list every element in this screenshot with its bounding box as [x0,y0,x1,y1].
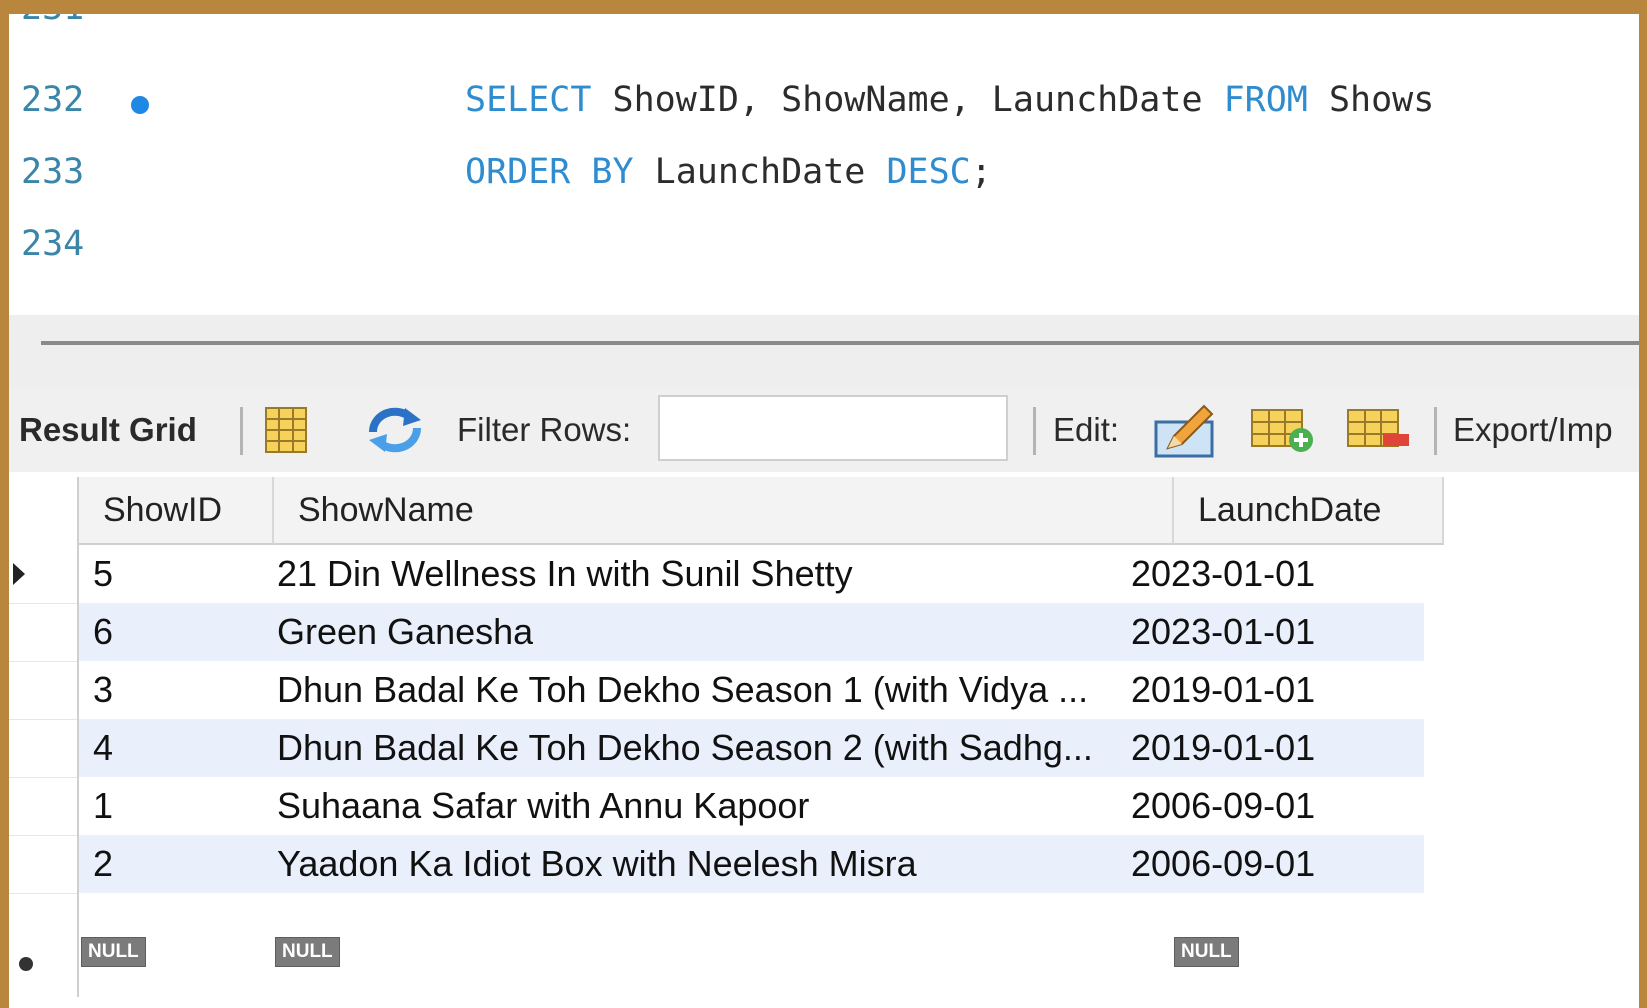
cell-showname[interactable]: Dhun Badal Ke Toh Dekho Season 1 (with V… [277,661,1088,719]
row-gutter [9,477,79,997]
row-header[interactable] [9,835,77,894]
cell-launchdate[interactable]: 2006-09-01 [1131,835,1315,893]
splitter-handle[interactable] [41,341,1639,345]
cell-showname[interactable]: Yaadon Ka Idiot Box with Neelesh Misra [277,835,917,893]
toolbar-separator [240,407,243,455]
cell-launchdate[interactable]: 2019-01-01 [1131,719,1315,777]
add-row-icon[interactable] [1249,387,1317,472]
result-grid-tab[interactable]: Result Grid [19,387,197,472]
sql-keyword: DESC [886,152,971,192]
sql-text: ; [970,152,992,192]
filter-rows-input[interactable] [658,395,1008,461]
table-row[interactable]: 6 Green Ganesha 2023-01-01 [79,603,1424,661]
cell-showname[interactable]: Green Ganesha [277,603,533,661]
line-number: 234 [21,224,85,264]
table-row[interactable]: 5 21 Din Wellness In with Sunil Shetty 202… [79,545,1424,603]
code-line: 234 [9,218,1639,278]
column-header-showname[interactable]: ShowName [274,477,1174,545]
cell-launchdate[interactable]: 2023-01-01 [1131,603,1315,661]
row-header[interactable] [9,603,77,662]
row-header[interactable] [9,661,77,720]
table-row[interactable]: 1 Suhaana Safar with Annu Kapoor 2006-09-0… [79,777,1424,835]
null-badge[interactable]: NULL [81,937,146,967]
sql-editor[interactable]: 231 232 SELECT ShowID, ShowName, LaunchD… [9,14,1639,314]
refresh-icon[interactable] [365,387,425,472]
sql-keyword: FROM [1223,80,1308,120]
cell-launchdate[interactable]: 2019-01-01 [1131,661,1315,719]
cell-showid[interactable]: 3 [93,661,113,719]
sql-keyword: SELECT [465,80,592,120]
sql-text: Shows [1307,80,1435,120]
filter-rows-label: Filter Rows: [457,410,632,448]
cell-showid[interactable]: 2 [93,835,113,893]
cell-showname[interactable]: Dhun Badal Ke Toh Dekho Season 2 (with S… [277,719,1093,777]
workbench-window: 231 232 SELECT ShowID, ShowName, LaunchD… [9,14,1639,1008]
column-header-showid[interactable]: ShowID [79,477,274,545]
row-header[interactable] [9,719,77,778]
code-text: SELECT ShowID, ShowName, LaunchDate FROM… [465,80,1434,120]
code-line: 232 SELECT ShowID, ShowName, LaunchDate … [9,74,1639,134]
pencil-edit-icon[interactable] [1152,387,1220,472]
column-header-launchdate[interactable]: LaunchDate [1174,477,1444,545]
code-line: 231 [9,14,1639,42]
cell-showid[interactable]: 6 [93,603,113,661]
null-badge[interactable]: NULL [275,937,340,967]
new-row-marker-icon [19,957,33,971]
result-toolbar: Result Grid Filter Rows: Edit: Export/Im… [9,387,1639,472]
cell-showid[interactable]: 4 [93,719,113,777]
delete-row-icon[interactable] [1345,387,1413,472]
null-badge[interactable]: NULL [1174,937,1239,967]
cell-showname[interactable]: Suhaana Safar with Annu Kapoor [277,777,809,835]
sql-text: LaunchDate [633,152,887,192]
result-grid[interactable]: ShowID ShowName LaunchDate 5 21 Din Welln… [9,477,1639,1008]
line-number: 232 [21,80,85,120]
current-row-arrow-icon [13,563,25,585]
toolbar-separator [1434,407,1437,455]
sql-text: ShowID, ShowName, LaunchDate [591,80,1224,120]
breakpoint-dot-icon[interactable] [131,96,149,114]
toolbar-separator [1033,407,1036,455]
sql-keyword: ORDER BY [465,152,634,192]
grid-columns-icon[interactable] [263,387,309,472]
edit-label: Edit: [1053,410,1120,448]
line-number: 231 [21,14,84,28]
cell-showid[interactable]: 5 [93,545,113,603]
cell-launchdate[interactable]: 2006-09-01 [1131,777,1315,835]
table-row[interactable]: 3 Dhun Badal Ke Toh Dekho Season 1 (with … [79,661,1424,719]
code-line: 233 ORDER BY LaunchDate DESC; [9,146,1639,206]
table-row[interactable]: 4 Dhun Badal Ke Toh Dekho Season 2 (with … [79,719,1424,777]
cell-launchdate[interactable]: 2023-01-01 [1131,545,1315,603]
table-row[interactable]: 2 Yaadon Ka Idiot Box with Neelesh Misra 2… [79,835,1424,893]
code-text: ORDER BY LaunchDate DESC; [465,152,992,192]
cell-showname[interactable]: 21 Din Wellness In with Sunil Shetty [277,545,853,603]
row-header[interactable] [9,777,77,836]
line-number: 233 [21,152,85,192]
export-import-button[interactable]: Export/Imp [1453,387,1613,472]
cell-showid[interactable]: 1 [93,777,113,835]
